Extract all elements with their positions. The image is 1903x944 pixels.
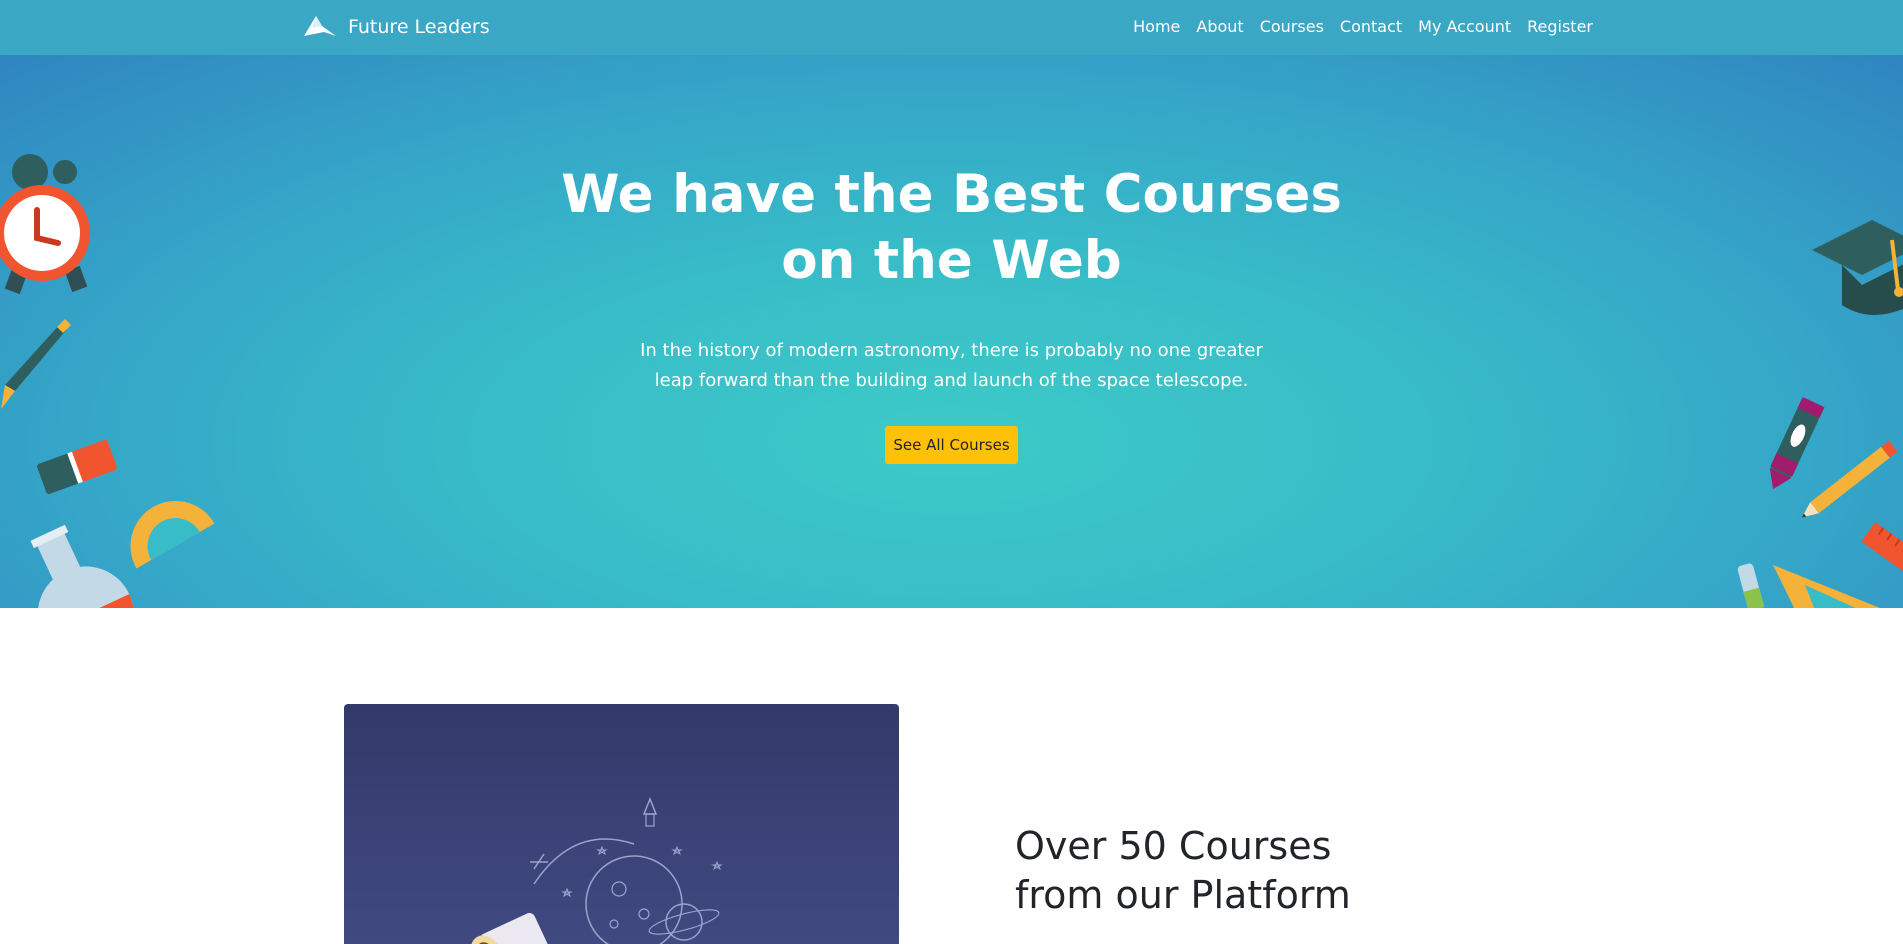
nav-link-my-account[interactable]: My Account <box>1418 17 1511 36</box>
nav-link-home[interactable]: Home <box>1133 17 1180 36</box>
hero-description-line-1: In the history of modern astronomy, ther… <box>640 340 1263 361</box>
nav-link-courses[interactable]: Courses <box>1260 17 1324 36</box>
paper-plane-logo-icon <box>304 16 336 36</box>
set-square-icon <box>1773 565 1881 608</box>
feature-heading: Over 50 Courses from our Platform <box>1015 822 1351 920</box>
hero-title-line-2: on the Web <box>781 230 1122 291</box>
hero-section: We have the Best Courses on the Web In t… <box>0 55 1903 608</box>
navbar: Future Leaders Home About Courses Contac… <box>0 0 1903 55</box>
nav-link-contact[interactable]: Contact <box>1340 17 1402 36</box>
brand-link[interactable]: Future Leaders <box>302 14 490 40</box>
see-all-courses-button[interactable]: See All Courses <box>885 426 1018 464</box>
nav-link-register[interactable]: Register <box>1527 17 1593 36</box>
eraser-icon <box>37 439 117 494</box>
flask-icon <box>30 525 134 608</box>
nav-menu: Home About Courses Contact My Account Re… <box>1117 17 1593 36</box>
brand-name: Future Leaders <box>348 16 490 38</box>
pencil-icon <box>1801 440 1898 518</box>
hero-title: We have the Best Courses on the Web <box>0 162 1903 294</box>
test-tube-icon <box>1737 563 1765 608</box>
telescope-space-illustration <box>344 704 899 944</box>
feature-heading-line-1: Over 50 Courses <box>1015 824 1332 868</box>
hero-description: In the history of modern astronomy, ther… <box>0 336 1903 396</box>
hero-title-line-1: We have the Best Courses <box>561 164 1342 225</box>
nav-link-about[interactable]: About <box>1196 17 1243 36</box>
space-illustration-icon <box>470 796 723 944</box>
hero-description-line-2: leap forward than the building and launc… <box>654 370 1249 391</box>
feature-heading-line-2: from our Platform <box>1015 873 1351 917</box>
